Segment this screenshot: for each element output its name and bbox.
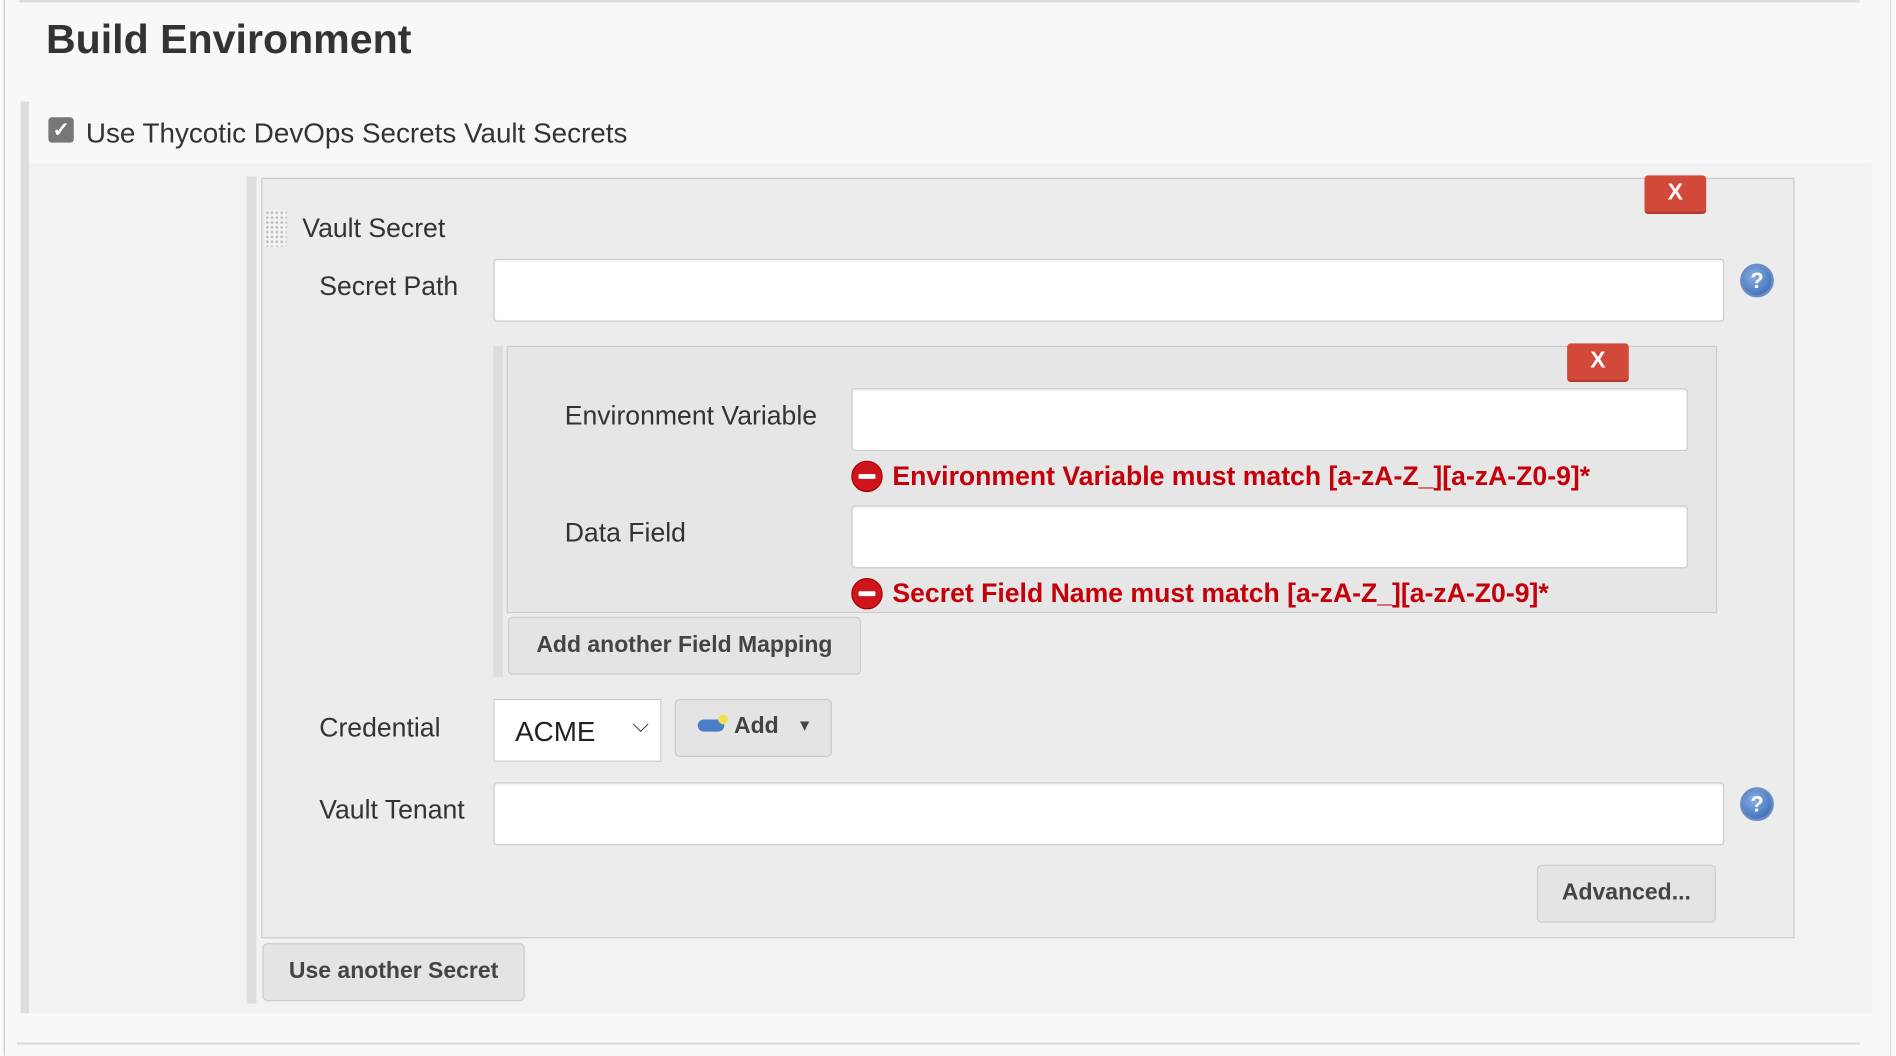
key-icon-spark xyxy=(718,714,728,725)
divider xyxy=(16,1042,1860,1045)
add-credential-button[interactable]: Add ▼ xyxy=(674,698,832,757)
secret-path-label: Secret Path xyxy=(319,270,459,302)
error-icon xyxy=(851,460,883,493)
field-mapping-bar xyxy=(493,345,504,678)
use-another-secret-button[interactable]: Use another Secret xyxy=(262,943,525,1002)
delete-secret-button[interactable]: X xyxy=(1644,175,1707,215)
divider xyxy=(1889,0,1892,1056)
caret-down-icon: ▼ xyxy=(796,715,813,734)
advanced-button[interactable]: Advanced... xyxy=(1536,864,1716,923)
env-var-error: Environment Variable must match [a-zA-Z_… xyxy=(892,460,1591,491)
help-icon[interactable]: ? xyxy=(1740,263,1774,298)
secret-list-bar xyxy=(246,176,257,1004)
data-field-error: Secret Field Name must match [a-zA-Z_][a… xyxy=(892,577,1549,609)
credential-label: Credential xyxy=(319,712,441,743)
build-environment-page: Build Environment ✓ Use Thycotic DevOps … xyxy=(0,0,1896,1056)
secret-path-input[interactable] xyxy=(493,258,1725,322)
credential-selected: ACME xyxy=(515,715,596,748)
divider xyxy=(19,0,1860,3)
data-field-label: Data Field xyxy=(564,517,686,548)
section-indent-bar xyxy=(20,101,30,1014)
drag-handle-icon[interactable] xyxy=(264,210,287,247)
error-icon xyxy=(851,577,883,610)
chevron-down-icon: ⌵ xyxy=(632,712,649,737)
divider xyxy=(3,0,5,1056)
section-title: Build Environment xyxy=(45,16,412,63)
vault-secret-title: Vault Secret xyxy=(302,212,446,244)
vault-tenant-label: Vault Tenant xyxy=(319,794,465,825)
use-vault-label[interactable]: Use Thycotic DevOps Secrets Vault Secret… xyxy=(86,117,628,150)
add-field-mapping-button[interactable]: Add another Field Mapping xyxy=(507,616,861,675)
add-credential-label: Add xyxy=(733,713,779,739)
env-var-input[interactable] xyxy=(851,388,1689,452)
use-vault-checkbox[interactable]: ✓ xyxy=(48,117,74,143)
credential-select[interactable]: ACME ⌵ xyxy=(493,698,662,762)
env-var-label: Environment Variable xyxy=(564,400,818,431)
help-icon[interactable]: ? xyxy=(1740,787,1774,822)
delete-mapping-button[interactable]: X xyxy=(1567,343,1629,383)
vault-tenant-input[interactable] xyxy=(493,782,1725,846)
data-field-input[interactable] xyxy=(851,505,1689,569)
